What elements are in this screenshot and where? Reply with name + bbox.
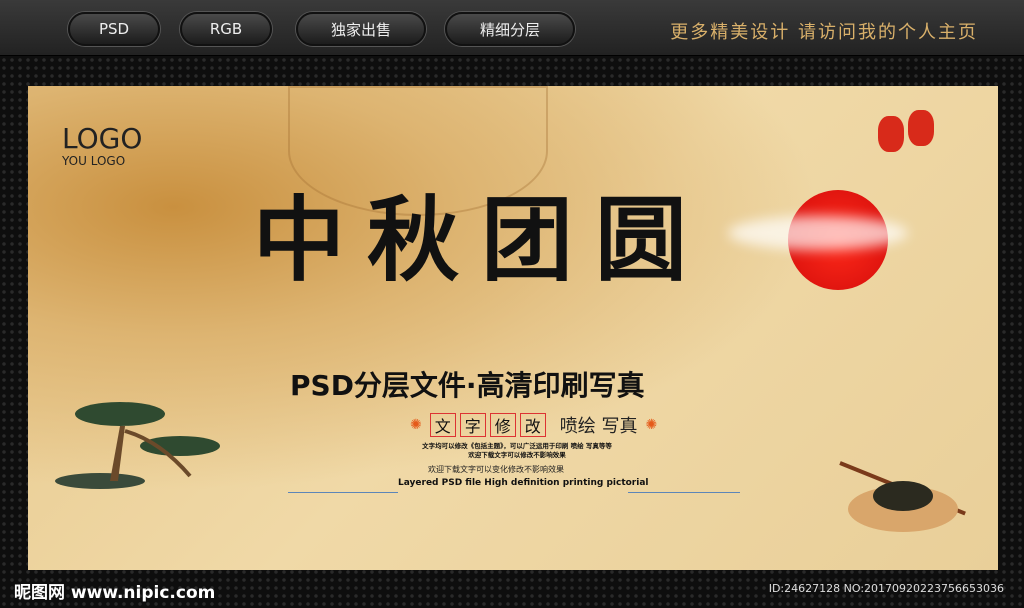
image-id: ID:24627128 NO:20170920223756653036 xyxy=(768,582,1004,595)
small-line-1: 文字均可以修改《包括主题》，可以广泛运用于印刷 喷绘 写真等等 xyxy=(422,442,612,450)
ornament-icon: ✺ xyxy=(410,417,422,433)
poster: LOGO YOU LOGO 中秋团圆 PSD分层文件·高清印刷写真 ✺ 文 字 … xyxy=(28,86,998,570)
poster-subtitle: PSD分层文件·高清印刷写真 xyxy=(290,369,645,402)
lantern-icon xyxy=(878,116,904,152)
mist-cloud xyxy=(728,216,908,250)
tab-rgb[interactable]: RGB xyxy=(180,12,272,46)
poster-title: 中秋团圆 xyxy=(253,186,710,294)
boxed-char: 修 xyxy=(489,413,516,437)
logo-sub: YOU LOGO xyxy=(62,154,126,168)
lantern-icon xyxy=(908,110,934,146)
english-text: Layered PSD file High definition printin… xyxy=(398,478,649,488)
divider-right xyxy=(628,492,740,493)
small-text: 文字均可以修改《包括主题》，可以广泛运用于印刷 喷绘 写真等等 欢迎下载文字可以… xyxy=(412,442,622,460)
divider-left xyxy=(288,492,398,493)
logo: LOGO xyxy=(62,122,143,155)
tab-psd[interactable]: PSD xyxy=(68,12,160,46)
tab-exclusive[interactable]: 独家出售 xyxy=(296,12,426,46)
watermark: 昵图网 www.nipic.com xyxy=(14,583,216,603)
boxed-char: 字 xyxy=(459,413,486,437)
ornament-icon: ✺ xyxy=(645,417,658,433)
small-line-3: 欢迎下载文字可以变化修改不影响效果 xyxy=(428,465,564,474)
extra-text: 喷绘 写真 xyxy=(559,416,638,437)
small-line-2: 欢迎下载文字可以修改不影响效果 xyxy=(468,451,566,459)
boxed-text-row: ✺ 文 字 修 改 喷绘 写真 ✺ xyxy=(406,412,661,438)
boxed-char: 改 xyxy=(519,413,546,437)
tab-layered[interactable]: 精细分层 xyxy=(445,12,575,46)
top-bar: PSD RGB 独家出售 精细分层 更多精美设计 请访问我的个人主页 xyxy=(0,0,1024,56)
promo-link[interactable]: 更多精美设计 请访问我的个人主页 xyxy=(670,18,978,44)
tea-leaves xyxy=(873,481,933,511)
pine-tree-icon xyxy=(55,402,220,489)
boxed-char: 文 xyxy=(429,413,456,437)
